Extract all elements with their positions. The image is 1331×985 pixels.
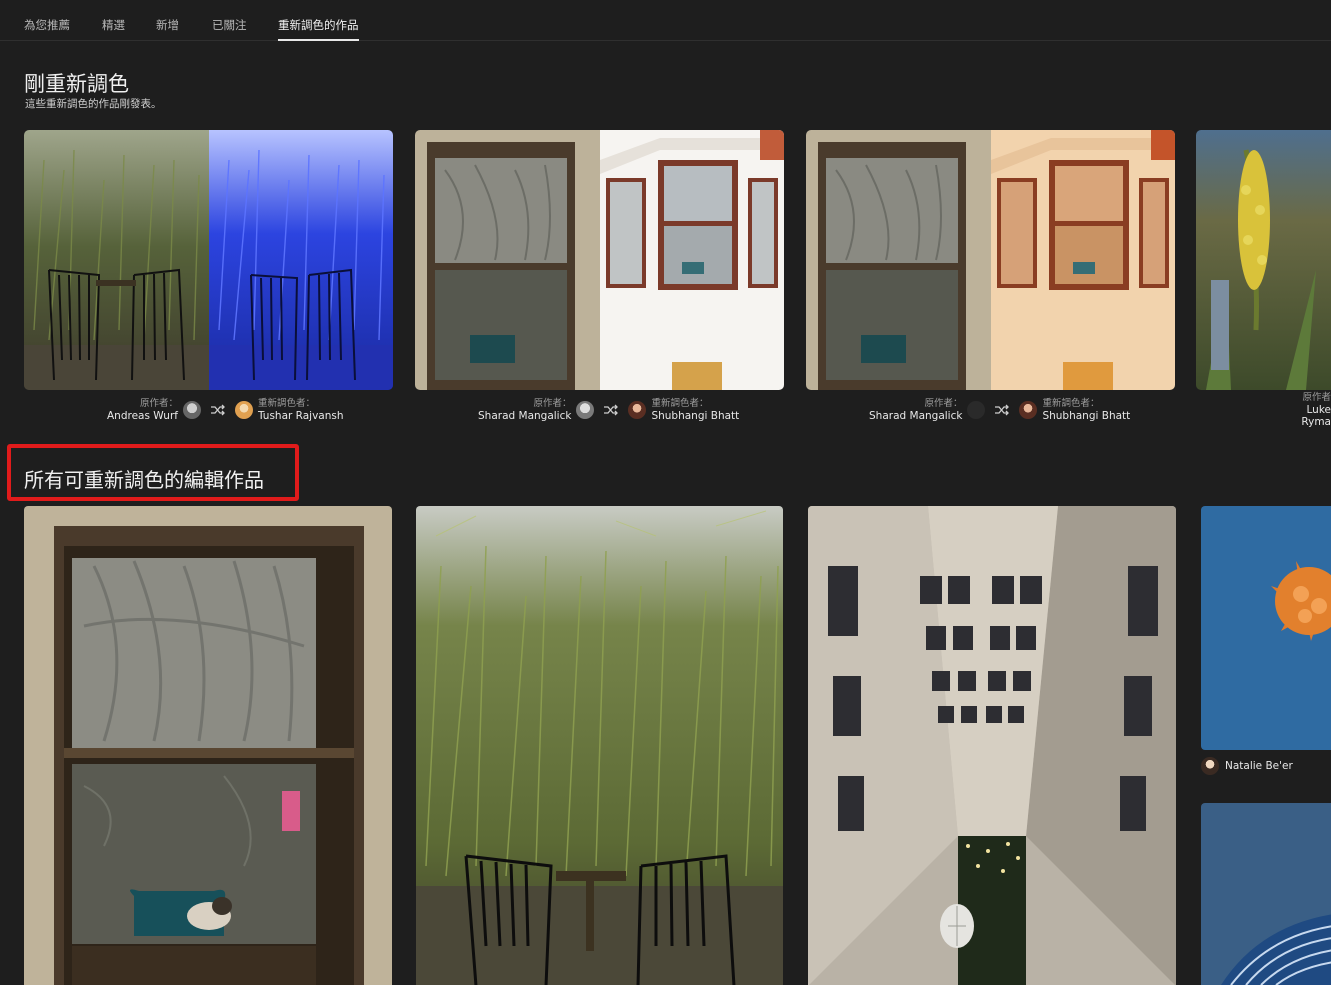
avatar[interactable]: [234, 401, 253, 419]
tab-for-you[interactable]: 為您推薦: [24, 17, 70, 33]
remix-card-4[interactable]: [1196, 130, 1331, 390]
original-author-name[interactable]: Luke Ryma: [1282, 404, 1331, 428]
remix-author-label: 重新調色者：: [257, 398, 315, 409]
card-2-credits: 原作者： Sharad Mangalick 重新調色者： Shubhangi Bha…: [478, 397, 739, 423]
original-photo: [415, 130, 600, 390]
avatar[interactable]: [576, 401, 595, 419]
tab-following[interactable]: 已關注: [212, 17, 247, 33]
photo-author: Natalie Be'er: [1201, 757, 1293, 775]
remix-card-1[interactable]: [24, 130, 393, 390]
remix-author-name[interactable]: Tushar Rajvansh: [258, 410, 344, 422]
remix-card-2[interactable]: [415, 130, 784, 390]
original-author-label: 原作者：: [139, 398, 178, 409]
tab-new[interactable]: 新增: [156, 17, 179, 33]
card-1-credits: 原作者： Andreas Wurf 重新調色者： Tushar Rajvansh: [107, 397, 344, 423]
tab-featured[interactable]: 精選: [102, 17, 125, 33]
remix-photo: [599, 130, 784, 390]
original-author-name[interactable]: Andreas Wurf: [107, 410, 178, 422]
shuffle-icon: [995, 404, 1010, 416]
remix-author-name[interactable]: Shubhangi Bhatt: [651, 410, 739, 422]
section-subtitle: 這些重新調色的作品剛發表。: [25, 98, 162, 110]
original-author-name[interactable]: Sharad Mangalick: [478, 410, 571, 422]
original-photo: [24, 130, 209, 390]
shuffle-icon: [210, 404, 225, 416]
avatar[interactable]: [628, 401, 647, 419]
tab-remixed[interactable]: 重新調色的作品: [278, 17, 359, 41]
remix-photo: [990, 130, 1175, 390]
section-title-just-remixed: 剛重新調色: [24, 72, 129, 96]
avatar[interactable]: [967, 401, 986, 419]
original-photo: [1196, 130, 1331, 390]
original-author-label: 原作者: [1302, 392, 1331, 403]
author-name[interactable]: Natalie Be'er: [1225, 760, 1293, 772]
card-4-credits: 原作者 Luke Ryma: [1282, 392, 1331, 428]
remix-author-label: 重新調色者：: [651, 398, 709, 409]
shuffle-icon: [604, 404, 619, 416]
section-title-all-remixable: 所有可重新調色的編輯作品: [24, 468, 264, 492]
avatar[interactable]: [1201, 757, 1219, 775]
card-3-credits: 原作者： Sharad Mangalick 重新調色者： Shubhangi Bha…: [869, 397, 1130, 423]
photo-card-architecture[interactable]: [1201, 803, 1331, 985]
photo-card-flower[interactable]: [1201, 506, 1331, 750]
photo-card-atrium[interactable]: [808, 506, 1176, 985]
original-author-name[interactable]: Sharad Mangalick: [869, 410, 962, 422]
original-photo: [806, 130, 991, 390]
remix-photo: [208, 130, 393, 390]
photo-card-reeds[interactable]: [416, 506, 783, 985]
original-author-label: 原作者：: [533, 398, 572, 409]
photo-card-window[interactable]: [24, 506, 392, 985]
remix-author-label: 重新調色者：: [1042, 398, 1100, 409]
original-author-label: 原作者：: [924, 398, 963, 409]
browse-tabs: 為您推薦 精選 新增 已關注 重新調色的作品: [0, 0, 1331, 41]
remix-author-name[interactable]: Shubhangi Bhatt: [1042, 410, 1130, 422]
avatar[interactable]: [1019, 401, 1038, 419]
avatar[interactable]: [182, 401, 201, 419]
remix-card-3[interactable]: [806, 130, 1175, 390]
